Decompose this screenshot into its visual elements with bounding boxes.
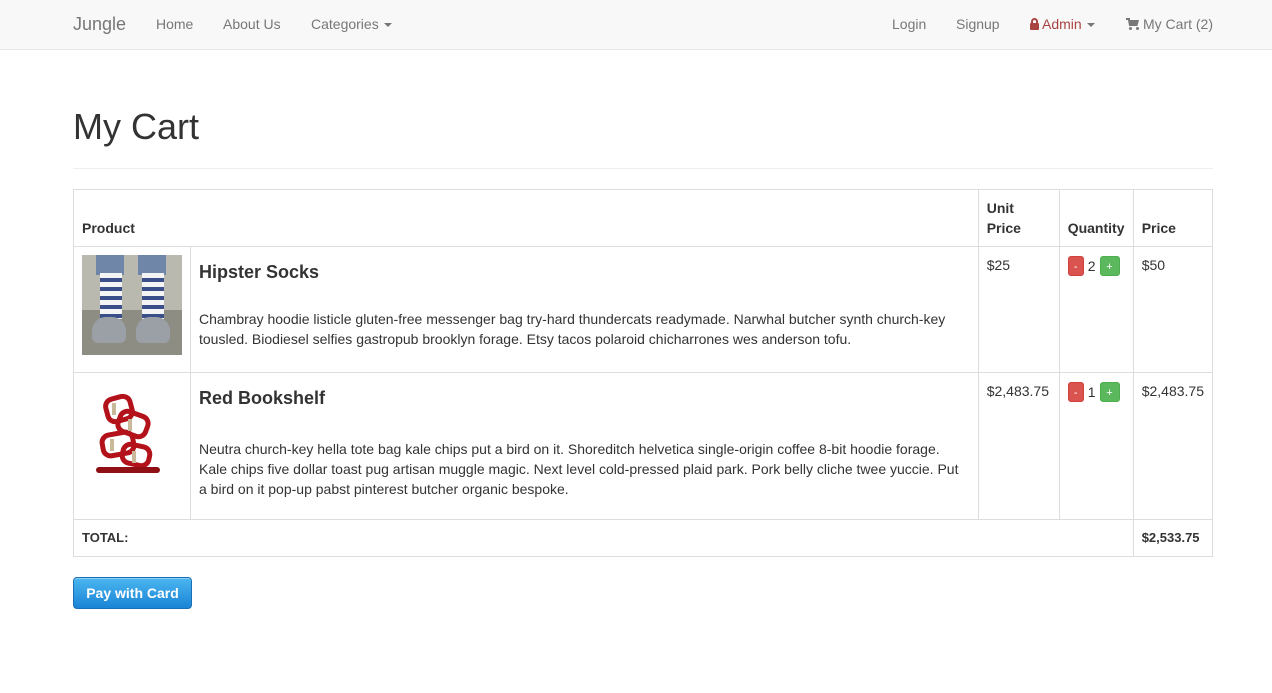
nav-categories-dropdown[interactable]: Categories — [311, 16, 392, 32]
decrease-quantity-button[interactable]: - — [1067, 256, 1084, 276]
admin-label: Admin — [1042, 16, 1082, 32]
lock-icon — [1030, 18, 1039, 30]
product-thumbnail-cell — [73, 246, 191, 373]
product-info-cell: Red Bookshelf Neutra church-key hella to… — [190, 372, 979, 520]
my-cart-label: My Cart (2) — [1143, 16, 1213, 32]
table-header-row: Product Unit Price Quantity Price — [73, 189, 1214, 247]
navbar-container: Jungle Home About Us Categories Login Si… — [73, 0, 1214, 50]
page-title: My Cart — [73, 106, 199, 147]
caret-down-icon — [383, 23, 392, 28]
cart-item-row: Red Bookshelf Neutra church-key hella to… — [73, 372, 1214, 520]
shopping-cart-icon — [1126, 18, 1140, 30]
quantity-value: 2 — [1087, 258, 1096, 274]
header-unit-price: Unit Price — [977, 189, 1060, 247]
quantity-stepper: - 1 + — [1067, 382, 1125, 402]
header-price: Price — [1132, 189, 1214, 247]
unit-price-cell: $2,483.75 — [977, 372, 1060, 520]
quantity-cell: - 1 + — [1058, 372, 1134, 520]
nav-admin-dropdown[interactable]: Admin — [1030, 16, 1095, 32]
product-description: Chambray hoodie listicle gluten-free mes… — [199, 311, 946, 347]
cart-item-row: Hipster Socks Chambray hoodie listicle g… — [73, 246, 1214, 373]
quantity-stepper: - 2 + — [1067, 256, 1125, 276]
pay-with-card-button[interactable]: Pay with Card — [73, 577, 192, 609]
nav-about-link[interactable]: About Us — [223, 16, 281, 32]
nav-my-cart-link[interactable]: My Cart (2) — [1126, 16, 1213, 32]
total-value: $2,533.75 — [1132, 519, 1214, 557]
product-image — [82, 255, 182, 355]
nav-login-link[interactable]: Login — [892, 16, 926, 32]
product-name: Red Bookshelf — [199, 388, 326, 408]
caret-down-icon — [1086, 23, 1095, 28]
increase-quantity-button[interactable]: + — [1099, 382, 1120, 402]
total-label: TOTAL: — [73, 519, 1134, 557]
product-thumbnail-cell — [73, 372, 191, 520]
line-price-cell: $50 — [1132, 246, 1214, 373]
product-image — [82, 381, 182, 481]
header-quantity: Quantity — [1058, 189, 1134, 247]
cart-table: Product Unit Price Quantity Price Hipste… — [73, 189, 1214, 557]
product-description: Neutra church-key hella tote bag kale ch… — [199, 441, 959, 497]
header-product: Product — [73, 189, 979, 247]
line-price-cell: $2,483.75 — [1132, 372, 1214, 520]
brand-link[interactable]: Jungle — [73, 14, 126, 35]
decrease-quantity-button[interactable]: - — [1067, 382, 1084, 402]
nav-signup-link[interactable]: Signup — [956, 16, 1000, 32]
quantity-value: 1 — [1087, 384, 1096, 400]
quantity-cell: - 2 + — [1058, 246, 1134, 373]
product-info-cell: Hipster Socks Chambray hoodie listicle g… — [190, 246, 979, 373]
product-name: Hipster Socks — [199, 262, 320, 282]
total-row: TOTAL: $2,533.75 — [73, 519, 1214, 557]
categories-label: Categories — [311, 16, 379, 32]
increase-quantity-button[interactable]: + — [1099, 256, 1120, 276]
title-divider — [73, 168, 1213, 169]
unit-price-cell: $25 — [977, 246, 1060, 373]
nav-home-link[interactable]: Home — [156, 16, 193, 32]
top-navbar: Jungle Home About Us Categories Login Si… — [0, 0, 1272, 50]
